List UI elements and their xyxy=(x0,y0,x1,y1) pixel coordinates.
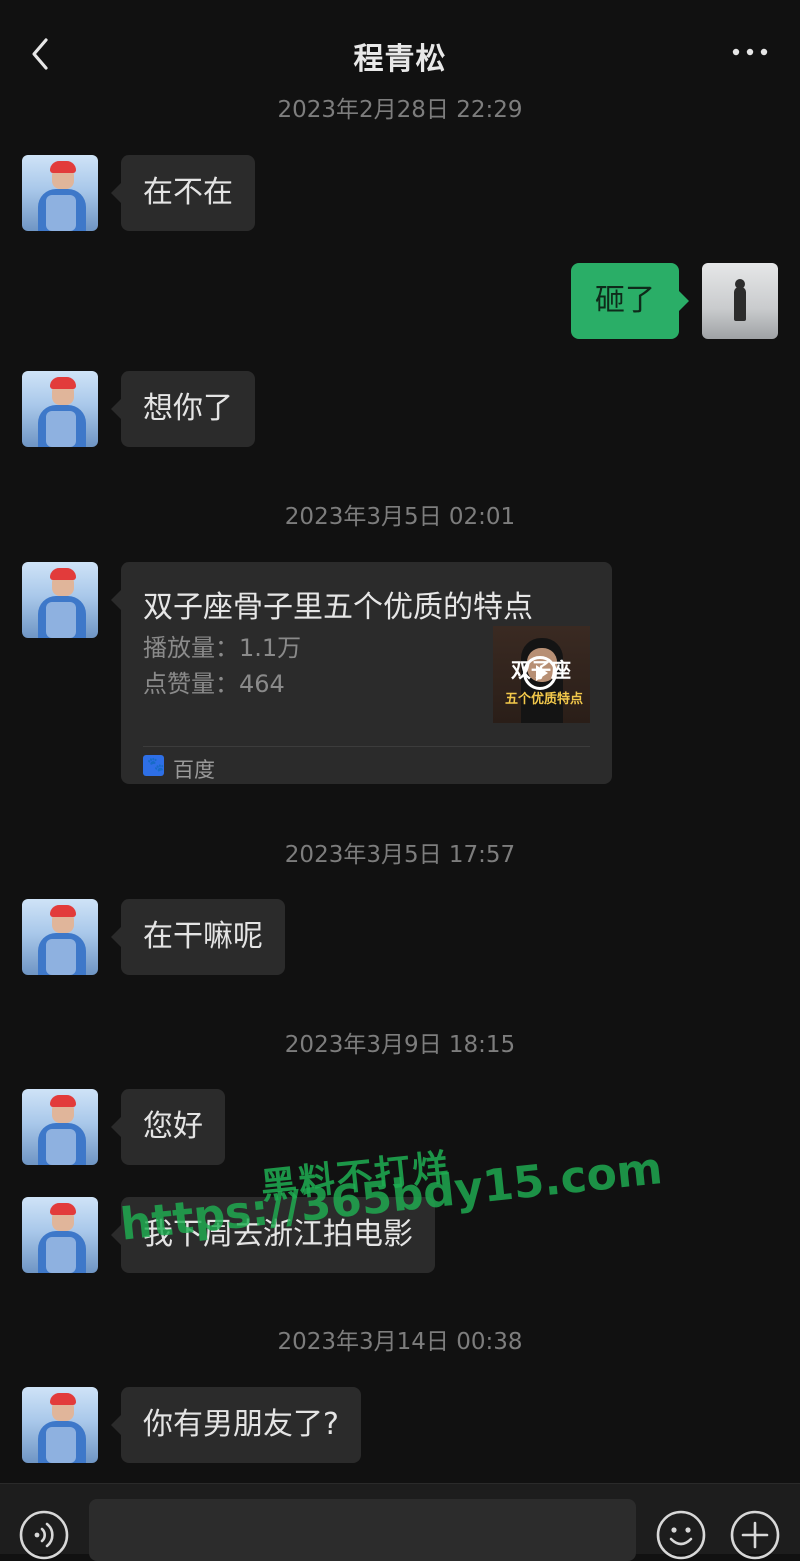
thumbnail-subcaption: 五个优质特点 xyxy=(505,692,584,707)
avatar[interactable] xyxy=(22,1387,98,1463)
avatar[interactable] xyxy=(22,1197,98,1273)
input-bar xyxy=(0,1483,800,1561)
timestamp: 2023年3月5日 02:01 xyxy=(284,504,516,530)
chat-title: 程青松 xyxy=(353,42,447,77)
timestamp: 2023年2月28日 22:29 xyxy=(277,97,523,123)
message-bubble[interactable]: 想你了 xyxy=(111,371,255,447)
avatar[interactable] xyxy=(22,371,98,447)
voice-icon[interactable] xyxy=(18,1509,70,1561)
timestamp: 2023年3月5日 17:57 xyxy=(284,842,516,868)
card-title: 双子座骨子里五个优质的特点 xyxy=(143,590,533,625)
card-source: 百度 xyxy=(173,758,215,782)
emoji-icon[interactable] xyxy=(655,1509,707,1561)
message-bubble[interactable]: 在干嘛呢 xyxy=(111,899,285,975)
message-input[interactable] xyxy=(89,1499,636,1561)
card-play-count: 播放量：1.1万 xyxy=(143,634,302,662)
timestamp: 2023年3月9日 18:15 xyxy=(284,1032,516,1058)
card-like-count: 点赞量：464 xyxy=(143,670,285,698)
baidu-paw-icon: 🐾 xyxy=(143,755,164,776)
avatar[interactable] xyxy=(22,899,98,975)
chat-header: 程青松 xyxy=(0,0,800,96)
plus-icon[interactable] xyxy=(729,1509,781,1561)
more-dots-icon[interactable] xyxy=(730,40,770,64)
message-bubble[interactable]: 您好 xyxy=(111,1089,225,1165)
divider xyxy=(143,746,590,747)
card-thumbnail: 双子座 五个优质特点 xyxy=(493,626,590,723)
avatar[interactable] xyxy=(22,155,98,231)
message-bubble[interactable]: 在不在 xyxy=(111,155,255,231)
avatar[interactable] xyxy=(22,562,98,638)
timestamp: 2023年3月14日 00:38 xyxy=(277,1329,523,1355)
avatar[interactable] xyxy=(22,1089,98,1165)
video-share-card[interactable]: 双子座骨子里五个优质的特点 播放量：1.1万 点赞量：464 双子座 五个优质特… xyxy=(111,562,612,784)
message-bubble[interactable]: 你有男朋友了? xyxy=(111,1387,361,1463)
play-icon xyxy=(523,656,557,690)
my-avatar[interactable] xyxy=(702,263,778,339)
my-message-bubble[interactable]: 砸了 xyxy=(571,263,689,339)
